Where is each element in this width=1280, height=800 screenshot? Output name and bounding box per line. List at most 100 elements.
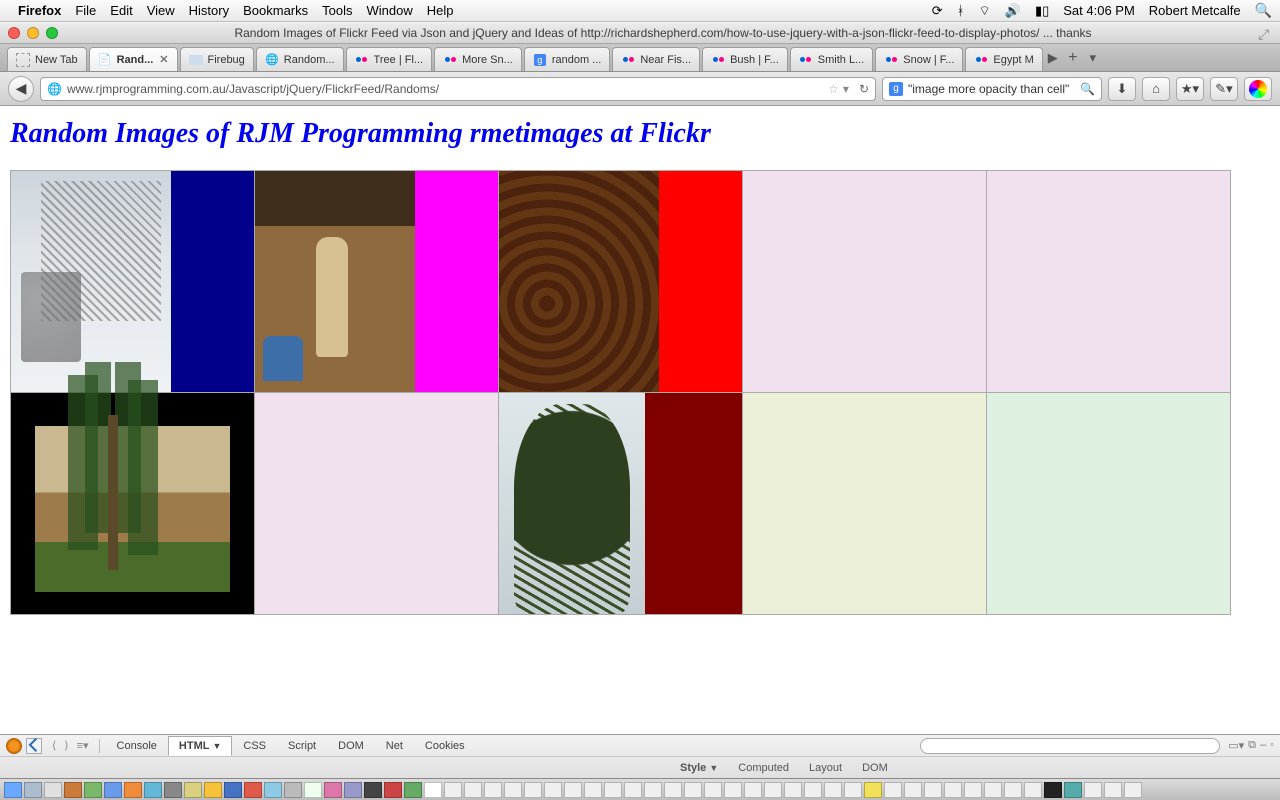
home-button[interactable]: ⌂ [1142,77,1170,101]
bluetooth-icon[interactable]: ᚼ [957,3,965,18]
dock-item[interactable] [404,782,422,798]
dock-item[interactable] [884,782,902,798]
tab-randoms[interactable]: 📄 Rand... ✕ [89,47,178,71]
menubar-user[interactable]: Robert Metcalfe [1149,3,1241,18]
dock-item[interactable] [244,782,262,798]
firebug-tab-script[interactable]: Script [277,736,327,756]
dock-item[interactable] [924,782,942,798]
dock-item[interactable] [84,782,102,798]
grid-cell[interactable] [743,171,987,393]
dock-item[interactable] [184,782,202,798]
dock-item[interactable] [224,782,242,798]
firebug-logo-icon[interactable] [6,738,22,754]
dock-item[interactable] [524,782,542,798]
firebug-forward-icon[interactable]: ⟩ [60,739,72,752]
tab-overflow-right-icon[interactable]: ▶ [1044,44,1062,71]
menu-bookmarks[interactable]: Bookmarks [243,3,308,18]
dock-item[interactable] [284,782,302,798]
close-icon[interactable]: ✕ [159,53,168,66]
dropdown-icon[interactable]: ▾ [843,82,849,96]
dock-item[interactable] [424,782,442,798]
addon-button[interactable]: ✎▾ [1210,77,1238,101]
firebug-minimize-icon[interactable]: – [1260,739,1266,752]
window-fullscreen-icon[interactable]: ⤢ [1258,26,1272,40]
dock-item[interactable] [344,782,362,798]
window-close-button[interactable] [8,27,20,39]
grid-cell[interactable] [499,171,743,393]
dock-item[interactable] [1064,782,1082,798]
dock-item[interactable] [364,782,382,798]
downloads-button[interactable]: ⬇ [1108,77,1136,101]
firebug-subtab-dom[interactable]: DOM [862,762,888,774]
window-zoom-button[interactable] [46,27,58,39]
firebug-inspect-icon[interactable] [26,738,42,754]
dock-item[interactable] [104,782,122,798]
dock-item[interactable] [4,782,22,798]
dock-item[interactable] [1004,782,1022,798]
dock-item[interactable] [744,782,762,798]
dock-item[interactable] [504,782,522,798]
firebug-detach-icon[interactable]: ⧉ [1248,739,1256,752]
menu-tools[interactable]: Tools [322,3,352,18]
new-tab-button[interactable]: + [1062,44,1084,71]
battery-icon[interactable]: ▮▯ [1035,3,1049,19]
firebug-subtab-style[interactable]: Style ▼ [680,762,718,774]
tab-google-random[interactable]: g random ... [524,47,611,71]
dock-item[interactable] [984,782,1002,798]
grid-cell[interactable] [11,171,255,393]
tab-random-2[interactable]: 🌐 Random... [256,47,344,71]
dock-item[interactable] [764,782,782,798]
wifi-icon[interactable]: ⌔ [979,3,991,19]
firebug-search-input[interactable] [920,738,1220,754]
back-button[interactable]: ◀ [8,76,34,102]
tab-new-tab[interactable]: New Tab [7,47,87,71]
grid-cell[interactable] [255,171,499,393]
firebug-subtab-computed[interactable]: Computed [738,762,789,774]
status-sync-icon[interactable]: ⟳ [932,3,943,19]
spotlight-icon[interactable]: 🔍 [1255,2,1272,19]
dock-item[interactable] [824,782,842,798]
firebug-menu-icon[interactable]: ≡▾ [73,739,93,752]
dock-item[interactable] [124,782,142,798]
grid-cell[interactable] [987,393,1231,615]
firebug-back-icon[interactable]: ⟨ [48,739,60,752]
bookmarks-button[interactable]: ★▾ [1176,77,1204,101]
dock-item[interactable] [384,782,402,798]
dock-item[interactable] [484,782,502,798]
menu-edit[interactable]: Edit [110,3,132,18]
dock-item[interactable] [784,782,802,798]
volume-icon[interactable]: 🔊 [1005,3,1021,19]
dock-item[interactable] [1024,782,1042,798]
dock-item[interactable] [724,782,742,798]
tab-firebug[interactable]: Firebug [180,47,254,71]
dock-item[interactable] [204,782,222,798]
dock-item[interactable] [864,782,882,798]
firebug-tab-html[interactable]: HTML▼ [168,736,232,756]
dock-item[interactable] [444,782,462,798]
url-field[interactable]: 🌐 www.rjmprogramming.com.au/Javascript/j… [40,77,876,101]
grid-cell[interactable] [255,393,499,615]
menubar-clock[interactable]: Sat 4:06 PM [1063,3,1135,18]
dock-item[interactable] [964,782,982,798]
colorpicker-button[interactable] [1244,77,1272,101]
search-icon[interactable]: 🔍 [1080,82,1095,96]
reload-icon[interactable]: ↻ [859,82,869,96]
tab-list-dropdown-icon[interactable]: ▾ [1084,44,1102,71]
dock-item[interactable] [544,782,562,798]
dock-item[interactable] [664,782,682,798]
dock-item[interactable] [1084,782,1102,798]
tab-egypt[interactable]: Egypt M [965,47,1042,71]
tab-near-fis[interactable]: Near Fis... [612,47,700,71]
dock-item[interactable] [24,782,42,798]
dock-item[interactable] [1104,782,1122,798]
dock-item[interactable] [844,782,862,798]
dock-item[interactable] [624,782,642,798]
grid-cell[interactable] [11,393,255,615]
dock-item[interactable] [1044,782,1062,798]
firebug-subtab-layout[interactable]: Layout [809,762,842,774]
dock-item[interactable] [144,782,162,798]
grid-cell[interactable] [987,171,1231,393]
tab-more-sn[interactable]: More Sn... [434,47,522,71]
menu-help[interactable]: Help [427,3,454,18]
menu-window[interactable]: Window [367,3,413,18]
